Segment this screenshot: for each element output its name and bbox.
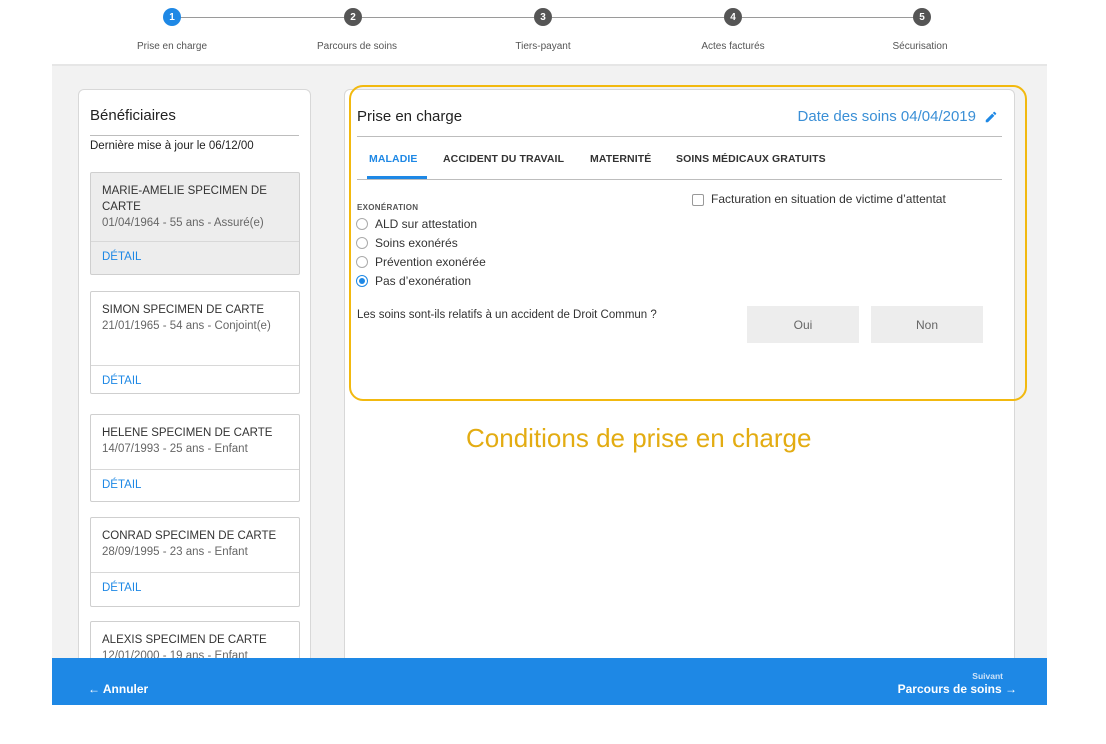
beneficiaires-panel: Bénéficiaires Dernière mise à jour le 06… bbox=[78, 89, 311, 689]
step-connector bbox=[552, 17, 724, 18]
beneficiaires-title: Bénéficiaires bbox=[90, 107, 176, 124]
beneficiary-name: ALEXIS SPECIMEN DE CARTE bbox=[102, 634, 267, 646]
beneficiary-card[interactable]: CONRAD SPECIMEN DE CARTE 28/09/1995 - 23… bbox=[90, 517, 300, 607]
beneficiary-info: 21/01/1965 - 54 ans - Conjoint(e) bbox=[102, 320, 271, 332]
card-divider bbox=[91, 572, 299, 573]
step-5-label: Sécurisation bbox=[892, 41, 948, 52]
detail-link[interactable]: DÉTAIL bbox=[102, 479, 141, 491]
beneficiary-card[interactable]: SIMON SPECIMEN DE CARTE 21/01/1965 - 54 … bbox=[90, 291, 300, 394]
detail-link[interactable]: DÉTAIL bbox=[102, 582, 141, 594]
step-2-label: Parcours de soins bbox=[316, 41, 398, 52]
beneficiary-info: 28/09/1995 - 23 ans - Enfant bbox=[102, 546, 248, 558]
step-3-label: Tiers-payant bbox=[515, 41, 571, 52]
beneficiary-card[interactable]: MARIE-AMELIE SPECIMEN DE CARTE 01/04/196… bbox=[90, 172, 300, 275]
content-top-border bbox=[52, 64, 1047, 66]
step-1-dot[interactable]: 1 bbox=[163, 8, 181, 26]
beneficiary-name: MARIE-AMELIE SPECIMEN DE CARTE bbox=[102, 185, 267, 213]
beneficiary-card[interactable]: HELENE SPECIMEN DE CARTE 14/07/1993 - 25… bbox=[90, 414, 300, 502]
step-connector bbox=[742, 17, 914, 18]
progress-stepper: 1 2 3 4 5 Prise en charge Parcours de so… bbox=[0, 0, 1106, 62]
step-4-dot[interactable]: 4 bbox=[724, 8, 742, 26]
step-2-dot[interactable]: 2 bbox=[344, 8, 362, 26]
beneficiary-info: 01/04/1964 - 55 ans - Assuré(e) bbox=[102, 217, 264, 229]
beneficiary-name: HELENE SPECIMEN DE CARTE bbox=[102, 427, 273, 439]
detail-link[interactable]: DÉTAIL bbox=[102, 251, 141, 263]
card-divider bbox=[91, 469, 299, 470]
card-divider bbox=[91, 241, 299, 242]
step-connector bbox=[180, 17, 344, 18]
step-5-dot[interactable]: 5 bbox=[913, 8, 931, 26]
step-connector bbox=[362, 17, 534, 18]
footer-bar: ← Annuler Suivant Parcours de soins → bbox=[52, 658, 1047, 705]
next-step-button[interactable]: Parcours de soins → bbox=[898, 682, 1017, 696]
highlight-annotation-box bbox=[349, 85, 1027, 401]
beneficiary-name: SIMON SPECIMEN DE CARTE bbox=[102, 304, 265, 316]
next-caption: Suivant bbox=[972, 671, 1003, 681]
step-3-dot[interactable]: 3 bbox=[534, 8, 552, 26]
step-1-label: Prise en charge bbox=[136, 41, 208, 52]
cancel-button[interactable]: ← Annuler bbox=[88, 682, 148, 696]
step-4-label: Actes facturés bbox=[701, 41, 765, 52]
divider bbox=[90, 135, 299, 136]
card-divider bbox=[91, 365, 299, 366]
last-update-text: Dernière mise à jour le 06/12/00 bbox=[90, 140, 254, 152]
beneficiary-info: 14/07/1993 - 25 ans - Enfant bbox=[102, 443, 248, 455]
annotation-caption: Conditions de prise en charge bbox=[466, 423, 812, 453]
detail-link[interactable]: DÉTAIL bbox=[102, 375, 141, 387]
beneficiary-name: CONRAD SPECIMEN DE CARTE bbox=[102, 530, 277, 542]
